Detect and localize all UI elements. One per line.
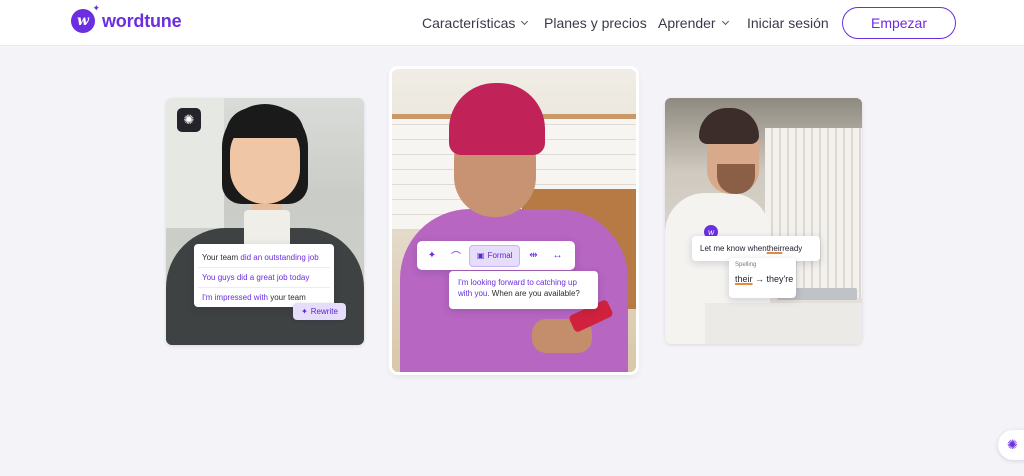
brain-icon: ✺ xyxy=(177,108,201,132)
nav-item-features-label: Características xyxy=(422,15,516,31)
nav-item-learn-label: Aprender xyxy=(658,15,716,31)
brain-icon: ✺ xyxy=(1007,437,1018,452)
nav-item-plans-pricing[interactable]: Planes y precios xyxy=(544,15,647,31)
tone-toolbar: ✦ ⌒ ▣ Formal ⇹ ↔ xyxy=(417,241,575,270)
rewrite-button[interactable]: ✦ Rewrite xyxy=(293,303,346,320)
expand-icon[interactable]: ↔ xyxy=(546,245,568,267)
formal-tone-button[interactable]: ▣ Formal xyxy=(469,244,521,267)
nav-item-plans-pricing-label: Planes y precios xyxy=(544,15,647,31)
shrink-icon[interactable]: ⇹ xyxy=(522,245,544,267)
nav-item-features[interactable]: Características xyxy=(422,15,529,31)
arrow-right-icon: → xyxy=(755,274,765,284)
nav-item-learn[interactable]: Aprender xyxy=(658,15,729,31)
tone-demo-photo-card xyxy=(392,69,636,372)
rewrite-option[interactable]: You guys did a great job today xyxy=(194,268,334,287)
rewrite-option[interactable]: Your team did an outstanding job xyxy=(194,248,334,267)
rewrite-suggestions-popup: Your team did an outstanding job You guy… xyxy=(194,244,334,307)
spelling-correction-popup[interactable]: Spelling their → they're xyxy=(729,258,796,298)
shoe-icon[interactable]: ⌒ xyxy=(445,245,467,267)
sparkle-icon: ✦ xyxy=(301,307,308,316)
nav-item-login[interactable]: Iniciar sesión xyxy=(747,15,829,31)
chevron-down-icon xyxy=(721,17,729,25)
nav-item-login-label: Iniciar sesión xyxy=(747,15,829,31)
top-navigation-bar: w ✦ wordtune Características Planes y pr… xyxy=(0,0,1024,46)
wordtune-logo-icon: w ✦ xyxy=(71,4,100,33)
spelling-demo-photo-card: w xyxy=(665,98,862,344)
wordtune-logo[interactable]: w ✦ wordtune xyxy=(71,4,182,33)
sparkle-icon[interactable]: ✦ xyxy=(421,245,443,267)
chevron-down-icon xyxy=(521,17,529,25)
brand-name: wordtune xyxy=(102,10,182,31)
floating-assistant-button[interactable]: ✺ xyxy=(998,430,1024,460)
tone-suggestion-popup[interactable]: I'm looking forward to catching up with … xyxy=(449,271,598,309)
get-started-button[interactable]: Empezar xyxy=(842,7,956,39)
briefcase-icon: ▣ xyxy=(477,251,485,260)
